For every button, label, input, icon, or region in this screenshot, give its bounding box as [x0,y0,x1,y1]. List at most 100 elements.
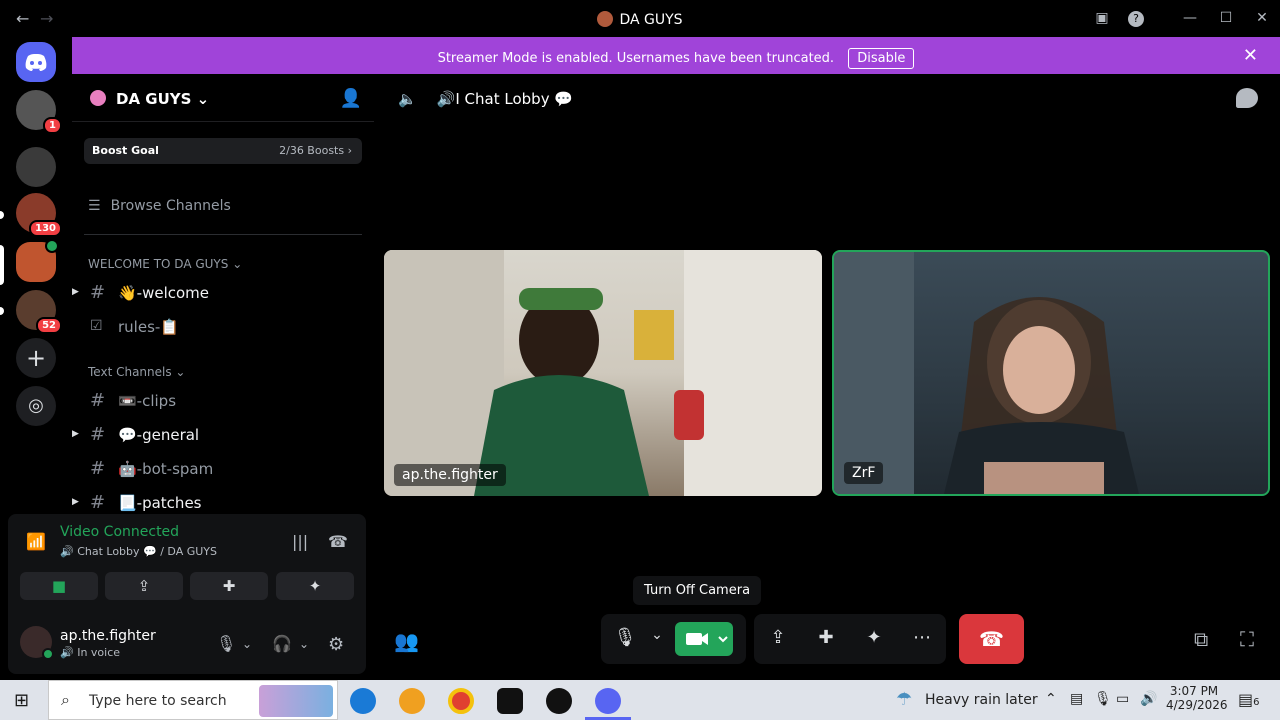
panel-soundboard-button[interactable]: ✦ [276,572,354,600]
server-logo-icon [90,90,106,106]
notifications-icon[interactable]: ▤6 [1238,690,1260,709]
weather-text[interactable]: Heavy rain later [925,692,1038,708]
activities-icon[interactable]: ✚ [814,627,838,648]
divider [84,234,362,235]
banner-close-icon[interactable]: ✕ [1243,45,1258,66]
category-text-channels[interactable]: Text Channels ⌄ [88,365,185,379]
channel-bot-spam[interactable]: # 🤖-bot-spam [88,455,366,483]
add-server-icon[interactable]: + [16,338,56,378]
mic-chevron-icon[interactable]: ⌄ [645,627,669,643]
boost-goal-label: Boost Goal [92,144,159,157]
voice-channel-link[interactable]: 🔊 Chat Lobby 💬 / DA GUYS [60,545,217,558]
server-icon-2[interactable] [16,147,56,187]
speaker-icon[interactable]: 🔈 [398,90,417,108]
minimize-icon[interactable]: — [1180,8,1200,28]
hash-icon: # [90,424,106,445]
inbox-icon[interactable]: ▣ [1092,8,1112,28]
avatar[interactable] [20,626,54,660]
online-status-icon [42,648,54,660]
signal-icon[interactable]: 📶 [26,532,46,551]
settings-gear-icon[interactable]: ⚙ [328,634,344,655]
fl-studio-icon[interactable] [399,688,425,714]
mic-icon[interactable]: 🎙 [613,627,637,648]
video-tile-speaking[interactable]: ZrF [832,250,1270,496]
mention-badge: 1 [43,117,62,134]
taskbar-search-input[interactable]: ⌕ Type here to search [48,680,338,720]
tray-mic-icon[interactable]: 🎙 [1094,691,1112,707]
more-options-icon[interactable]: ⋯ [910,627,934,648]
boost-count: 2/36 Boosts › [279,144,352,157]
banner-text: Streamer Mode is enabled. Usernames have… [437,51,835,66]
screenshare-icon[interactable]: ⇪ [766,627,790,648]
popout-icon[interactable]: ⧉ [1194,627,1208,651]
mute-mic-icon[interactable]: 🎙 [216,634,236,653]
channel-welcome-label: 👋-welcome [118,284,210,302]
weather-icon[interactable]: ☂ [896,689,912,710]
channel-clips[interactable]: # 📼-clips [88,387,366,415]
chrome-icon[interactable] [448,688,474,714]
channel-rules-label: rules-📋 [118,318,179,336]
disconnect-icon[interactable]: ☎ [328,532,348,551]
volume-icon[interactable]: 🔊 [1140,691,1157,707]
panel-activities-button[interactable]: ✚ [190,572,268,600]
boost-goal-bar[interactable]: Boost Goal 2/36 Boosts › [84,138,362,164]
leave-call-button[interactable]: ☎ [959,614,1024,664]
channel-general[interactable]: ▶ # 💬-general [72,421,366,449]
fullscreen-icon[interactable]: ⛶ [1240,627,1254,651]
audio-options-chevron-icon[interactable]: ⌄ [299,637,309,651]
channel-patches-label: 📃-patches [118,494,202,512]
channel-welcome[interactable]: ▶ # 👋-welcome [72,279,366,307]
edge-icon[interactable] [350,688,376,714]
discord-taskbar-icon[interactable] [595,688,621,714]
window-title: DA GUYS [0,11,1280,28]
hash-icon: # [90,282,106,303]
mic-options-chevron-icon[interactable]: ⌄ [242,637,252,651]
voice-status[interactable]: Video Connected [60,524,179,540]
hash-icon: # [90,390,106,411]
server-icon-da-guys[interactable] [16,239,59,282]
panel-camera-button[interactable]: ■ [20,572,98,600]
hash-icon: # [90,492,106,513]
unread-arrow-icon: ▶ [72,429,79,439]
deafen-icon[interactable]: 🎧 [272,634,292,653]
tile-name-label: ap.the.fighter [394,464,506,486]
obs-icon[interactable] [546,688,572,714]
video-badge [45,239,59,253]
disable-streamer-button[interactable]: Disable [848,48,915,69]
server-icon-5[interactable]: 52 [16,290,62,334]
invite-people-icon[interactable]: 👤 [340,88,362,109]
invite-to-voice-icon[interactable]: 👥 [394,629,419,653]
server-icon-3[interactable]: 130 [16,193,62,237]
clock[interactable]: 3:07 PM 4/29/2026 [1166,684,1228,712]
category-welcome-label: WELCOME TO DA GUYS [88,257,229,271]
tray-chevron-icon[interactable]: ⌃ [1045,691,1057,707]
voice-connection-panel: 📶 Video Connected 🔊 Chat Lobby 💬 / DA GU… [8,514,366,614]
tray-app-icon[interactable]: ▤ [1070,691,1083,707]
noise-suppression-icon[interactable]: ||| [292,532,308,551]
user-name[interactable]: ap.the.fighter [60,628,156,644]
close-window-icon[interactable]: ✕ [1252,8,1272,28]
video-tile[interactable]: ap.the.fighter [384,250,822,496]
show-chat-icon[interactable] [1236,88,1258,108]
server-header[interactable]: DA GUYS ⌄ 👤 [72,74,374,122]
network-icon[interactable]: ▭ [1116,691,1129,707]
channel-patches[interactable]: ▶ # 📃-patches [72,489,366,517]
category-welcome[interactable]: WELCOME TO DA GUYS ⌄ [88,257,242,271]
camera-button[interactable] [675,622,733,656]
browse-channels[interactable]: ☰ Browse Channels [88,198,231,214]
explore-icon[interactable]: ◎ [16,386,56,426]
server-icon-1[interactable]: 1 [16,90,62,134]
channel-rules[interactable]: ☑ rules-📋 [88,313,366,341]
user-status: 🔊 In voice [60,646,121,659]
selected-pill [0,245,4,285]
rules-check-icon: ☑ [90,318,103,334]
window-title-text: DA GUYS [619,12,683,28]
windows-start-icon[interactable]: ⊞ [14,690,29,711]
discord-home-icon[interactable] [16,42,56,82]
soundboard-icon[interactable]: ✦ [862,627,886,648]
panel-screenshare-button[interactable]: ⇪ [105,572,183,600]
capcut-icon[interactable] [497,688,523,714]
unread-arrow-icon: ▶ [72,497,79,507]
help-icon[interactable]: ? [1128,11,1144,27]
maximize-icon[interactable]: ☐ [1216,8,1236,28]
